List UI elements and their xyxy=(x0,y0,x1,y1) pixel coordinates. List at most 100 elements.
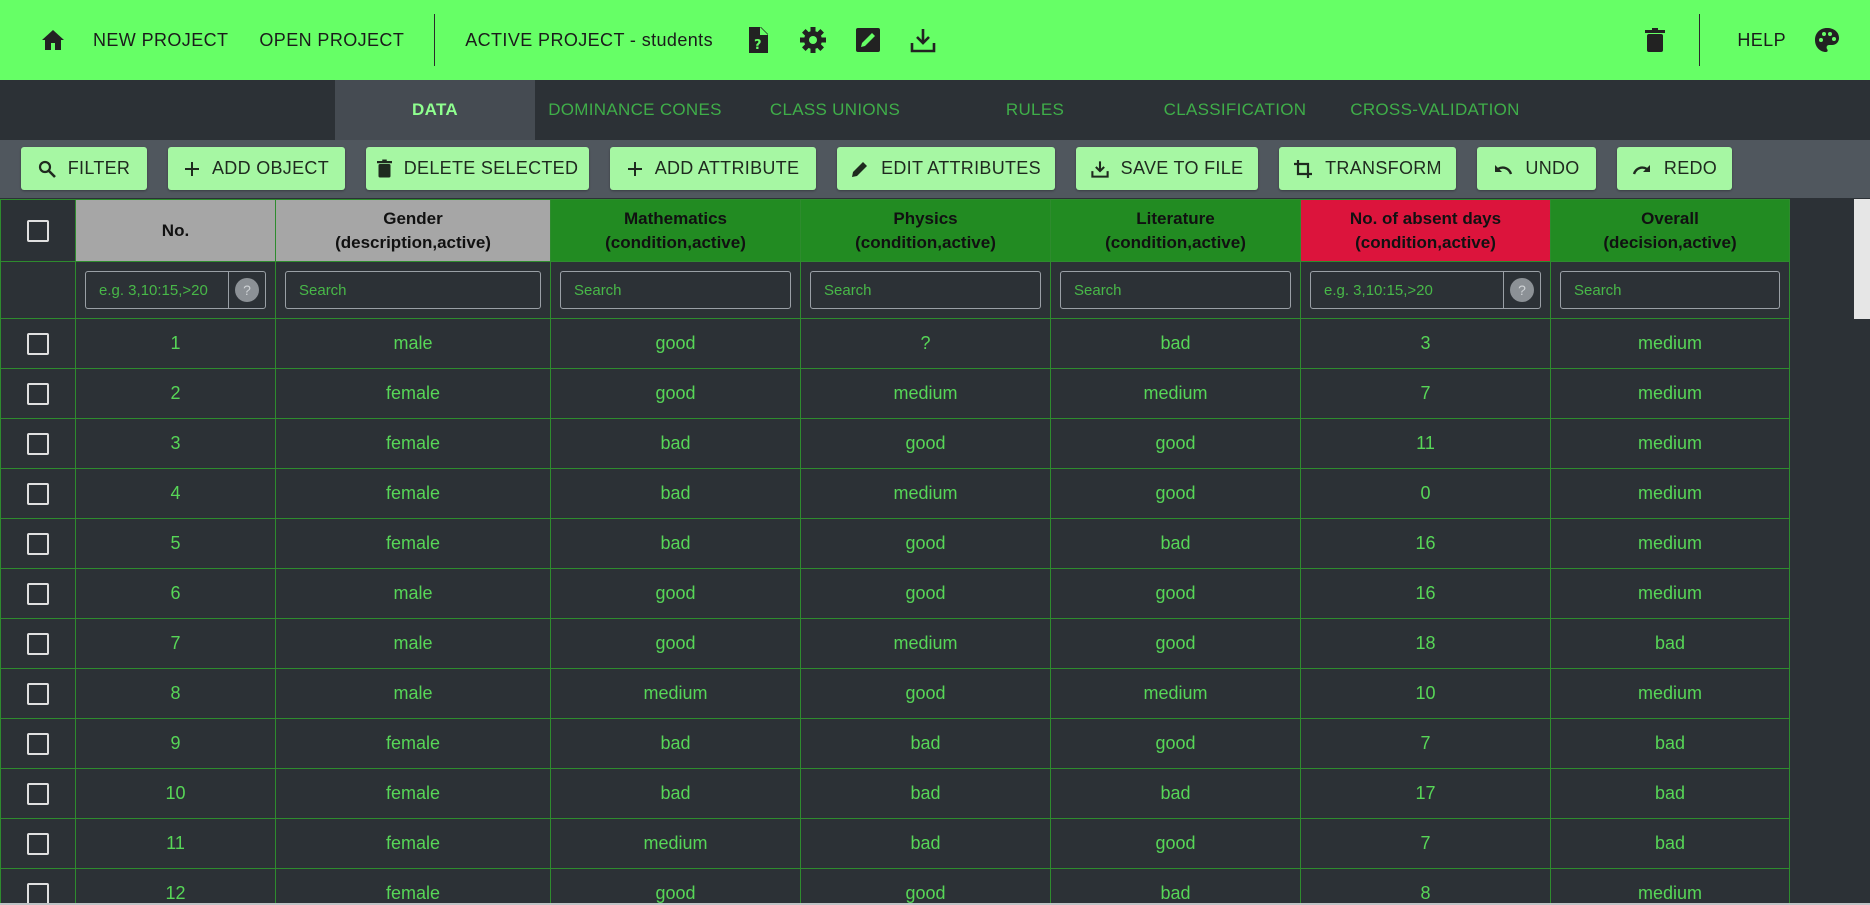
cell-literature[interactable]: bad xyxy=(1050,318,1301,369)
cell-no[interactable]: 12 xyxy=(75,868,276,905)
edit-attributes-button[interactable]: EDIT ATTRIBUTES xyxy=(837,147,1055,190)
cell-absent-days[interactable]: 10 xyxy=(1300,668,1551,719)
cell-overall[interactable]: medium xyxy=(1550,368,1790,419)
cell-no[interactable]: 5 xyxy=(75,518,276,569)
file-help-button[interactable]: ? xyxy=(732,0,784,80)
undo-button[interactable]: UNDO xyxy=(1477,147,1596,190)
cell-physics[interactable]: good xyxy=(800,518,1051,569)
cell-literature[interactable]: bad xyxy=(1050,768,1301,819)
cell-absent-days[interactable]: 3 xyxy=(1300,318,1551,369)
table-row[interactable]: 1 male good? bad 3 medium xyxy=(0,318,1790,369)
cell-absent-days[interactable]: 18 xyxy=(1300,618,1551,669)
cell-physics[interactable]: medium xyxy=(800,618,1051,669)
cell-literature[interactable]: good xyxy=(1050,818,1301,869)
cell-overall[interactable]: medium xyxy=(1550,468,1790,519)
cell-physics[interactable]: good xyxy=(800,668,1051,719)
cell-absent-days[interactable]: 17 xyxy=(1300,768,1551,819)
cell-no[interactable]: 8 xyxy=(75,668,276,719)
filter-mathematics-input[interactable]: Search xyxy=(560,271,791,309)
cell-absent-days[interactable]: 16 xyxy=(1300,568,1551,619)
table-row[interactable]: 2 female good medium medium 7 medium xyxy=(0,368,1790,419)
cell-gender[interactable]: male xyxy=(275,668,551,719)
cell-mathematics[interactable]: bad xyxy=(550,468,801,519)
filter-help-button[interactable]: ? xyxy=(1504,278,1540,302)
table-row[interactable]: 8 male medium good medium 10 medium xyxy=(0,668,1790,719)
cell-mathematics[interactable]: good xyxy=(550,618,801,669)
cell-overall[interactable]: medium xyxy=(1550,568,1790,619)
cell-physics[interactable]: bad xyxy=(800,768,1051,819)
cell-absent-days[interactable]: 16 xyxy=(1300,518,1551,569)
cell-overall[interactable]: medium xyxy=(1550,518,1790,569)
cell-gender[interactable]: female xyxy=(275,468,551,519)
filter-gender-input[interactable]: Search xyxy=(285,271,541,309)
filter-physics-input[interactable]: Search xyxy=(810,271,1041,309)
cell-literature[interactable]: good xyxy=(1050,568,1301,619)
transform-button[interactable]: TRANSFORM xyxy=(1279,147,1456,190)
cell-gender[interactable]: male xyxy=(275,318,551,369)
cell-physics[interactable]: medium xyxy=(800,468,1051,519)
cell-no[interactable]: 2 xyxy=(75,368,276,419)
cell-overall[interactable]: bad xyxy=(1550,718,1790,769)
cell-literature[interactable]: medium xyxy=(1050,368,1301,419)
cell-gender[interactable]: female xyxy=(275,518,551,569)
column-header-physics[interactable]: Physics (condition,active) xyxy=(800,199,1051,262)
cell-overall[interactable]: bad xyxy=(1550,768,1790,819)
tab-data[interactable]: DATA xyxy=(335,80,535,140)
cell-physics[interactable]: medium xyxy=(800,368,1051,419)
cell-gender[interactable]: female xyxy=(275,368,551,419)
save-to-file-button[interactable]: SAVE TO FILE xyxy=(1076,147,1258,190)
cell-gender[interactable]: female xyxy=(275,818,551,869)
table-row[interactable]: 4 female bad medium good 0 medium xyxy=(0,468,1790,519)
settings-button[interactable] xyxy=(787,0,839,80)
tab-class-unions[interactable]: CLASS UNIONS xyxy=(735,80,935,140)
tab-rules[interactable]: RULES xyxy=(935,80,1135,140)
table-row[interactable]: 12 female good good bad 8 medium xyxy=(0,868,1790,905)
cell-mathematics[interactable]: bad xyxy=(550,518,801,569)
cell-physics[interactable]: good xyxy=(800,568,1051,619)
cell-mathematics[interactable]: good xyxy=(550,568,801,619)
theme-button[interactable] xyxy=(1801,0,1853,80)
add-object-button[interactable]: ADD OBJECT xyxy=(168,147,345,190)
cell-mathematics[interactable]: medium xyxy=(550,668,801,719)
filter-no-input[interactable]: e.g. 3,10:15,>20? xyxy=(85,271,266,309)
table-row[interactable]: 3 female bad good good 11 medium xyxy=(0,418,1790,469)
table-row[interactable]: 11 female medium bad good 7 bad xyxy=(0,818,1790,869)
cell-overall[interactable]: medium xyxy=(1550,868,1790,905)
cell-no[interactable]: 7 xyxy=(75,618,276,669)
cell-absent-days[interactable]: 8 xyxy=(1300,868,1551,905)
cell-mathematics[interactable]: bad xyxy=(550,418,801,469)
table-row[interactable]: 5 female bad good bad 16 medium xyxy=(0,518,1790,569)
cell-no[interactable]: 10 xyxy=(75,768,276,819)
cell-physics[interactable]: bad xyxy=(800,718,1051,769)
cell-absent-days[interactable]: 7 xyxy=(1300,368,1551,419)
cell-gender[interactable]: male xyxy=(275,618,551,669)
filter-overall-input[interactable]: Search xyxy=(1560,271,1780,309)
cell-literature[interactable]: good xyxy=(1050,418,1301,469)
select-all-checkbox[interactable] xyxy=(27,219,49,242)
cell-overall[interactable]: medium xyxy=(1550,318,1790,369)
table-row[interactable]: 7 male good medium good 18 bad xyxy=(0,618,1790,669)
tab-classification[interactable]: CLASSIFICATION xyxy=(1135,80,1335,140)
row-checkbox[interactable] xyxy=(27,432,49,455)
cell-no[interactable]: 9 xyxy=(75,718,276,769)
cell-overall[interactable]: bad xyxy=(1550,618,1790,669)
cell-physics[interactable]: bad xyxy=(800,818,1051,869)
cell-mathematics[interactable]: bad xyxy=(550,718,801,769)
cell-no[interactable]: 11 xyxy=(75,818,276,869)
download-button[interactable] xyxy=(897,0,949,80)
open-project-button[interactable]: OPEN PROJECT xyxy=(259,0,404,80)
row-checkbox[interactable] xyxy=(27,382,49,405)
cell-literature[interactable]: bad xyxy=(1050,868,1301,905)
cell-literature[interactable]: medium xyxy=(1050,668,1301,719)
scrollbar-track[interactable] xyxy=(1854,319,1870,905)
cell-overall[interactable]: medium xyxy=(1550,418,1790,469)
table-row[interactable]: 10 female bad bad bad 17 bad xyxy=(0,768,1790,819)
row-checkbox[interactable] xyxy=(27,782,49,805)
cell-gender[interactable]: female xyxy=(275,868,551,905)
cell-overall[interactable]: bad xyxy=(1550,818,1790,869)
cell-literature[interactable]: good xyxy=(1050,718,1301,769)
column-header-gender[interactable]: Gender (description,active) xyxy=(275,199,551,262)
filter-help-button[interactable]: ? xyxy=(229,278,265,302)
redo-button[interactable]: REDO xyxy=(1617,147,1732,190)
new-project-button[interactable]: NEW PROJECT xyxy=(93,0,228,80)
